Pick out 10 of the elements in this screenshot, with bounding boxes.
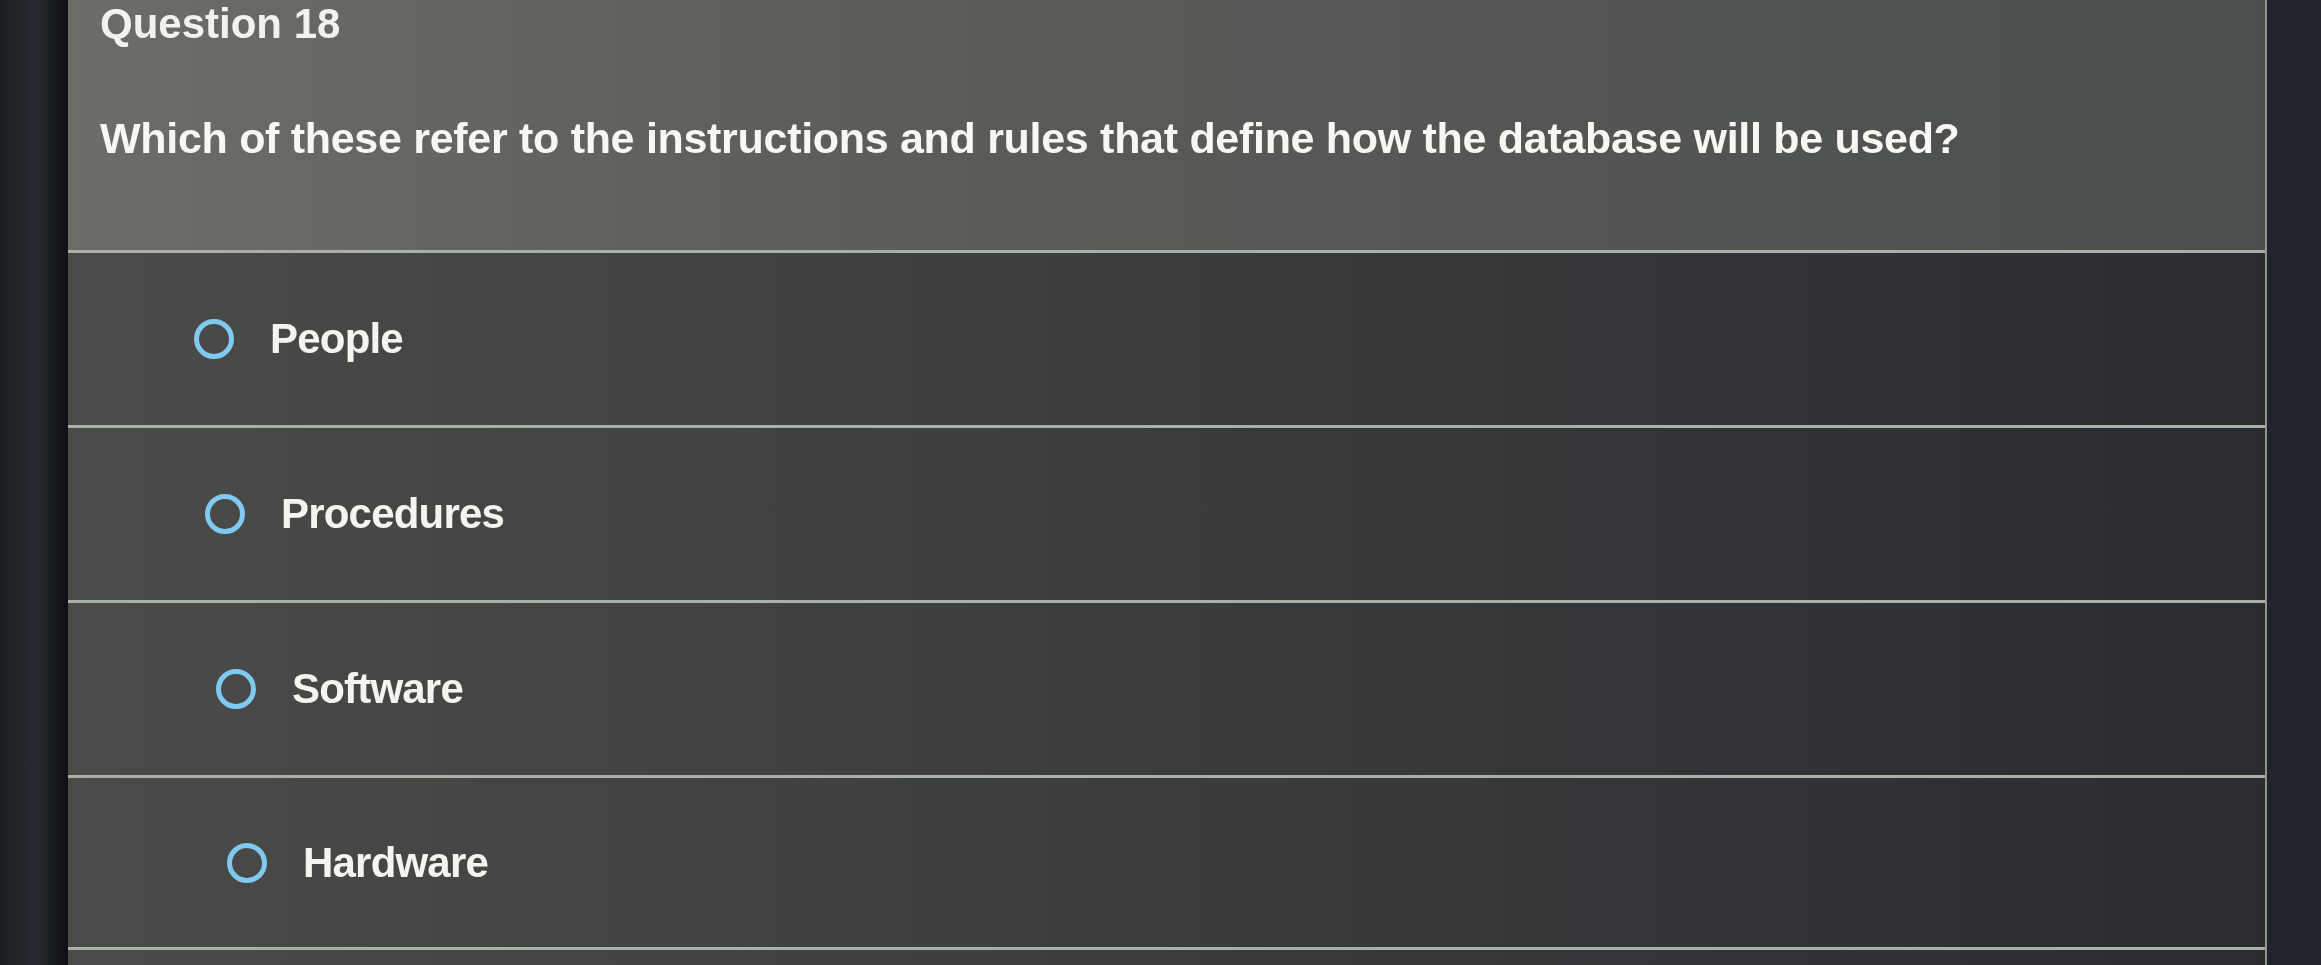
radio-button[interactable] [216,669,256,709]
question-number: Question 18 [100,0,341,48]
option-label[interactable]: Software [292,664,463,714]
radio-button[interactable] [227,842,267,883]
option-label[interactable]: Procedures [281,489,505,539]
radio-button[interactable] [205,494,245,534]
option-label[interactable]: Hardware [303,837,489,888]
option-label[interactable]: People [270,314,403,364]
question-text: Which of these refer to the instructions and rules that define how the database will be used? [100,113,1960,164]
radio-button[interactable] [194,319,234,359]
